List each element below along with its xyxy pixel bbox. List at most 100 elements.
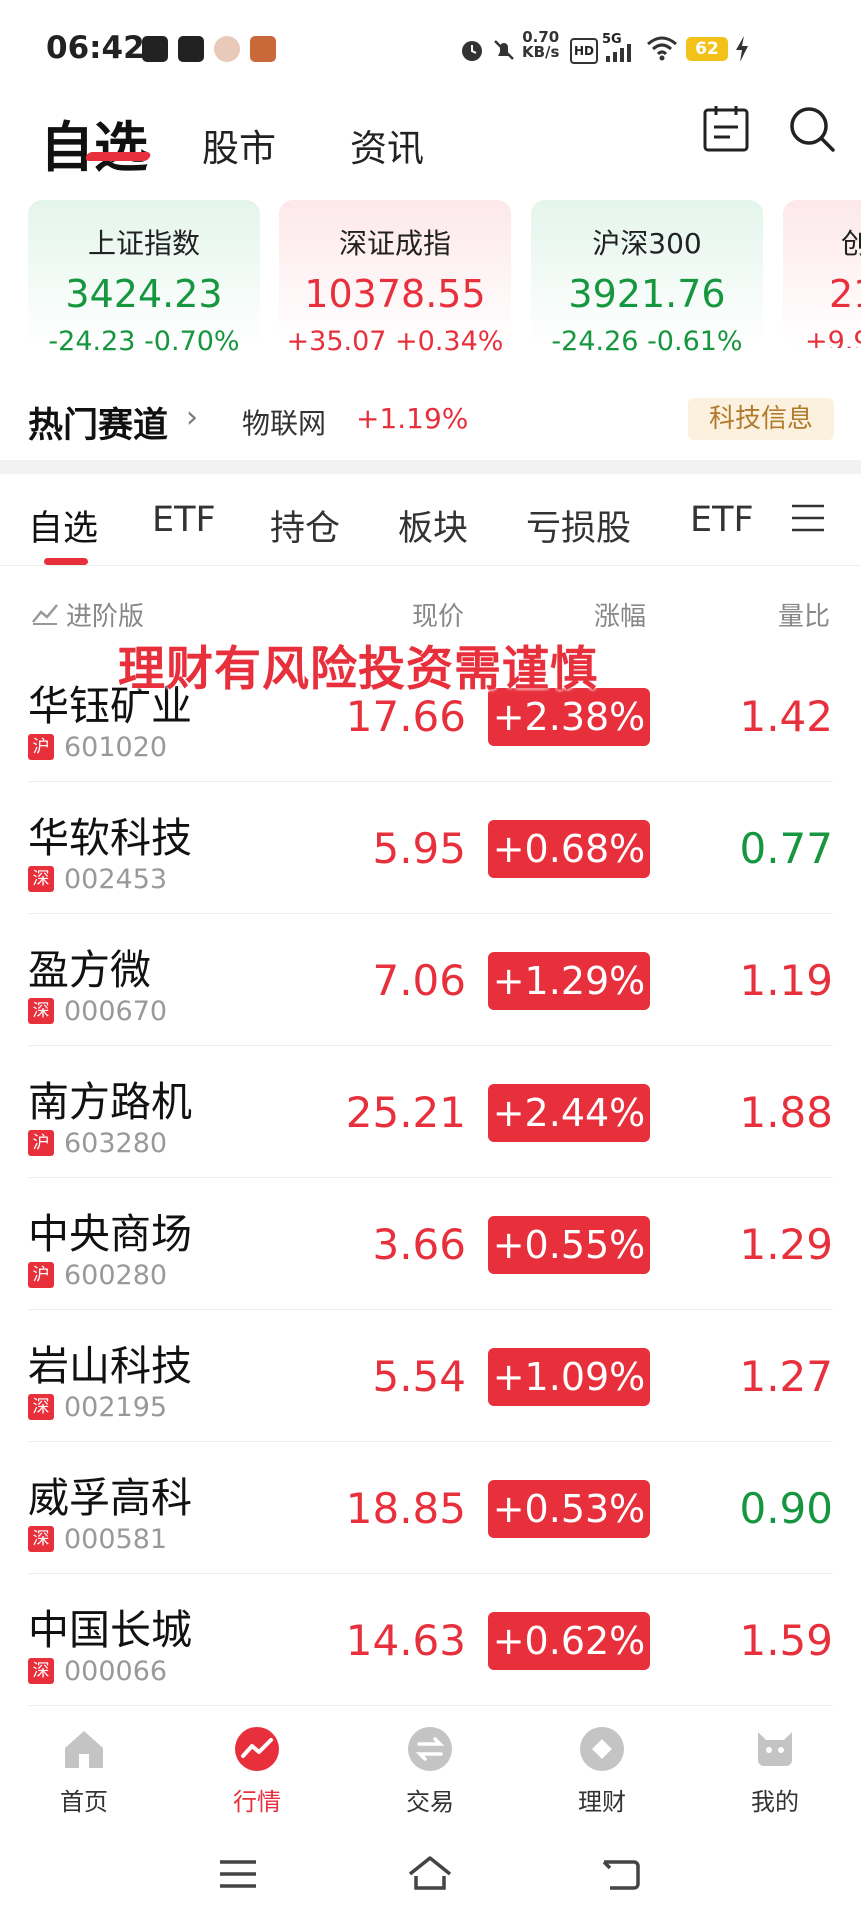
stock-name: 岩山科技	[28, 1342, 192, 1390]
column-volume-ratio[interactable]: 量比	[778, 596, 830, 633]
stock-row[interactable]: 中国长城深 000066 14.63 +0.62% 1.59	[0, 1574, 861, 1706]
stock-change-badge[interactable]: +0.53%	[488, 1480, 650, 1538]
stock-row[interactable]: 华软科技深 002453 5.95 +0.68% 0.77	[0, 782, 861, 914]
nav-label: 理财	[578, 1788, 626, 1816]
index-card-shanghai[interactable]: 上证指数 3424.23 -24.23 -0.70%	[28, 200, 260, 357]
cell-signal-icon	[606, 44, 631, 62]
hot-track-sector[interactable]: 物联网	[242, 402, 326, 442]
nav-home[interactable]: 首页	[24, 1726, 144, 1817]
index-name: 上证指数	[87, 227, 200, 260]
tab-market[interactable]: 股市	[202, 118, 276, 172]
subtab-sectors[interactable]: 板块	[398, 500, 468, 551]
tab-news[interactable]: 资讯	[350, 118, 424, 172]
wealth-icon	[580, 1727, 624, 1771]
index-value: 10378.55	[304, 272, 486, 316]
market-icon	[235, 1727, 279, 1771]
stock-name: 盈方微	[28, 946, 151, 994]
stock-code: 002453	[64, 864, 168, 895]
hot-track-change: +1.19%	[356, 402, 469, 435]
chevron-right-icon[interactable]: ›	[186, 400, 198, 435]
stock-volume-ratio: 1.59	[739, 1616, 833, 1665]
stock-change-badge[interactable]: +2.44%	[488, 1084, 650, 1142]
capcut-icon	[178, 36, 204, 62]
stock-change-badge[interactable]: +0.62%	[488, 1612, 650, 1670]
index-value: 21	[829, 272, 861, 316]
status-bar: 06:42 0.70 KB/s HD 5G 62	[0, 0, 861, 100]
status-time: 06:42	[46, 30, 145, 66]
subtab-etf-2[interactable]: ETF	[690, 500, 754, 540]
stock-name: 中央商场	[28, 1210, 192, 1258]
nav-label: 交易	[406, 1788, 454, 1816]
stock-price: 17.66	[345, 692, 466, 741]
stock-row[interactable]: 岩山科技深 002195 5.54 +1.09% 1.27	[0, 1310, 861, 1442]
market-badge: 深	[28, 1394, 54, 1420]
index-value: 3921.76	[568, 272, 726, 316]
column-change[interactable]: 涨幅	[594, 596, 646, 633]
stock-row[interactable]: 中央商场沪 600280 3.66 +0.55% 1.29	[0, 1178, 861, 1310]
recent-apps-icon[interactable]	[218, 1858, 258, 1890]
stock-change-badge[interactable]: +1.29%	[488, 952, 650, 1010]
profile-icon	[758, 1732, 792, 1766]
stock-code: 600280	[64, 1260, 168, 1291]
app-notification-icon	[142, 36, 168, 62]
market-badge: 深	[28, 1526, 54, 1552]
subtab-etf[interactable]: ETF	[152, 500, 216, 540]
nav-wealth[interactable]: 理财	[542, 1726, 662, 1817]
stock-volume-ratio: 1.29	[739, 1220, 833, 1269]
back-icon[interactable]	[600, 1856, 642, 1892]
bottom-nav: 首页 行情 交易 理财 我的	[0, 1710, 861, 1820]
search-icon[interactable]	[786, 103, 838, 155]
nav-trade[interactable]: 交易	[370, 1726, 490, 1817]
market-badge: 深	[28, 1658, 54, 1684]
tab-watchlist[interactable]: 自选	[40, 103, 148, 182]
stock-row[interactable]: 威孚高科深 000581 18.85 +0.53% 0.90	[0, 1442, 861, 1574]
home-button-icon[interactable]	[406, 1854, 454, 1892]
menu-icon[interactable]	[790, 500, 826, 536]
alarm-icon	[462, 41, 482, 61]
stock-code: 000581	[64, 1524, 168, 1555]
hot-track-title[interactable]: 热门赛道	[28, 397, 168, 448]
hd-icon: HD	[570, 38, 598, 64]
index-value: 3424.23	[65, 272, 223, 316]
subtab-watchlist[interactable]: 自选	[28, 500, 98, 551]
index-change: -24.23 -0.70%	[48, 326, 240, 357]
stock-name: 中国长城	[28, 1606, 192, 1654]
stock-price: 14.63	[345, 1616, 466, 1665]
index-card-chinext[interactable]: 创 21 +9.9	[783, 200, 861, 348]
notepad-icon[interactable]	[700, 103, 752, 155]
exchange-icon	[408, 1727, 452, 1771]
subtab-active-indicator	[44, 558, 88, 565]
stock-change-badge[interactable]: +0.55%	[488, 1216, 650, 1274]
stock-row[interactable]: 南方路机沪 603280 25.21 +2.44% 1.88	[0, 1046, 861, 1178]
hot-track-tag[interactable]: 科技信息	[688, 398, 834, 440]
index-card-shenzhen[interactable]: 深证成指 10378.55 +35.07 +0.34%	[279, 200, 511, 357]
market-badge: 深	[28, 866, 54, 892]
index-name: 创	[841, 227, 861, 260]
stock-code: 000066	[64, 1656, 168, 1687]
advanced-version-toggle[interactable]: 进阶版	[66, 596, 144, 633]
index-card-csi300[interactable]: 沪深300 3921.76 -24.26 -0.61%	[531, 200, 763, 357]
index-change: +9.9	[805, 326, 861, 348]
column-price[interactable]: 现价	[412, 596, 464, 633]
stock-price: 18.85	[345, 1484, 466, 1533]
active-tab-indicator	[84, 152, 152, 161]
nav-market[interactable]: 行情	[197, 1726, 317, 1817]
market-badge: 深	[28, 998, 54, 1024]
net-speed: 0.70 KB/s	[522, 30, 559, 60]
advanced-chart-icon[interactable]	[30, 600, 60, 626]
section-divider	[0, 460, 861, 474]
subtab-loss-stocks[interactable]: 亏损股	[526, 500, 631, 551]
stock-change-badge[interactable]: +0.68%	[488, 820, 650, 878]
subtab-holdings[interactable]: 持仓	[270, 500, 340, 551]
battery-indicator: 62	[686, 37, 728, 61]
nav-profile[interactable]: 我的	[715, 1726, 835, 1817]
stock-price: 5.54	[372, 1352, 466, 1401]
stock-price: 7.06	[372, 956, 466, 1005]
stock-code: 000670	[64, 996, 168, 1027]
stock-price: 3.66	[372, 1220, 466, 1269]
stock-volume-ratio: 1.19	[739, 956, 833, 1005]
stock-change-badge[interactable]: +1.09%	[488, 1348, 650, 1406]
stock-price: 5.95	[372, 824, 466, 873]
stock-row[interactable]: 盈方微深 000670 7.06 +1.29% 1.19	[0, 914, 861, 1046]
index-name: 沪深300	[592, 227, 702, 260]
